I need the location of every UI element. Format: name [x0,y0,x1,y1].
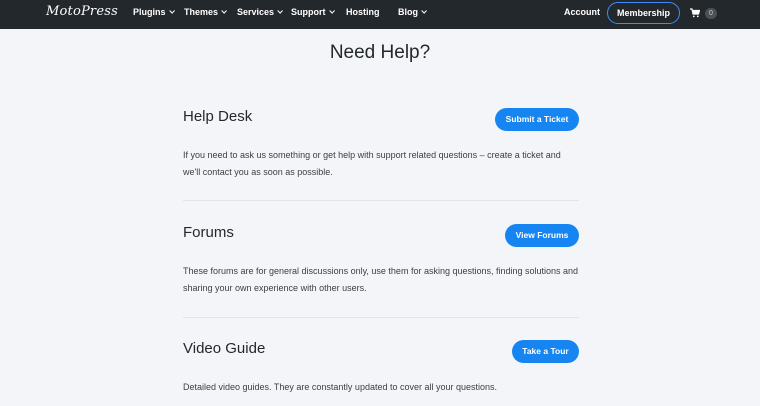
account-link[interactable]: Account [564,0,600,29]
nav-hosting-label: Hosting [346,7,380,17]
section-divider [183,317,579,318]
page-title: Need Help? [329,42,431,63]
cart-icon[interactable] [690,8,700,18]
nav-themes[interactable]: Themes [184,0,227,29]
nav-plugins-label: Plugins [133,7,166,17]
chevron-down-icon [168,8,175,14]
nav-services-label: Services [237,7,275,17]
membership-button[interactable]: Membership [607,2,680,24]
nav-blog-label: Blog [398,7,418,17]
submit-ticket-button[interactable]: Submit a Ticket [495,108,579,131]
nav-support-label: Support [291,7,326,17]
help-desk-description: If you need to ask us something or get h… [183,150,561,177]
nav-services[interactable]: Services [237,0,283,29]
nav-plugins[interactable]: Plugins [133,0,175,29]
cart-count-badge: 0 [705,8,717,19]
take-a-tour-button[interactable]: Take a Tour [512,340,579,363]
view-forums-button[interactable]: View Forums [505,224,579,247]
chevron-down-icon [421,8,427,14]
video-guide-description: Detailed video guides. They are constant… [183,382,498,392]
chevron-down-icon [277,8,283,14]
nav-hosting[interactable]: Hosting [346,0,380,29]
chevron-down-icon [221,8,227,14]
motopress-logo[interactable]: MotoPress [46,4,118,19]
nav-themes-label: Themes [184,7,219,17]
top-navigation-bar: MotoPress Plugins Themes Services Suppor… [0,0,760,29]
nav-support[interactable]: Support [291,0,335,29]
section-divider [183,200,579,201]
chevron-down-icon [328,8,335,14]
nav-blog[interactable]: Blog [398,0,427,29]
forums-description: These forums are for general discussions… [183,266,579,293]
